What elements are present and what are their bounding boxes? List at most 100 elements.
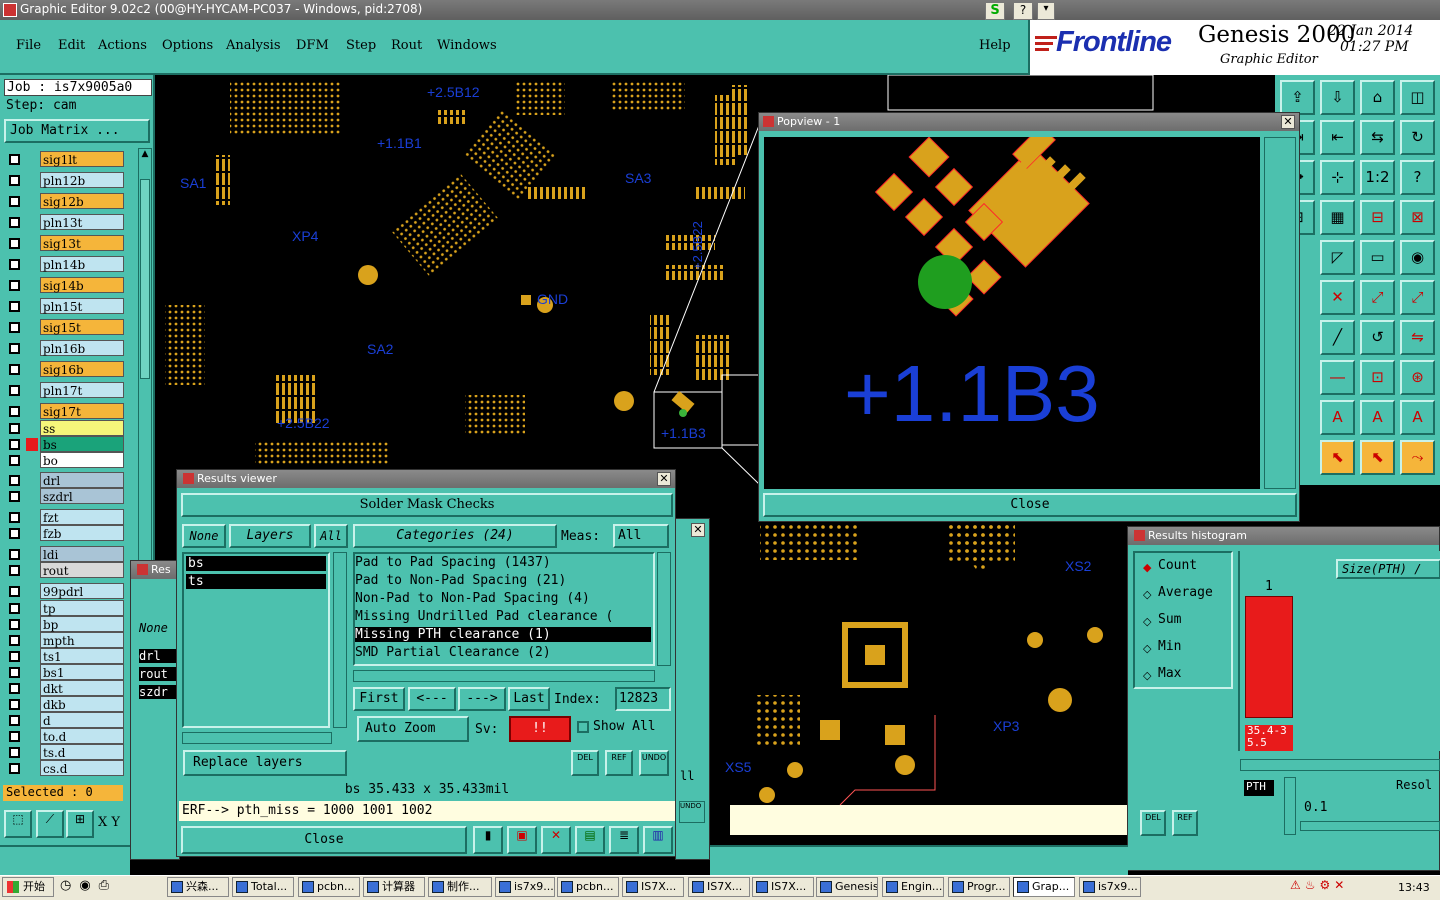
layer-checkbox[interactable]	[9, 343, 20, 354]
checks-list-vscroll[interactable]	[657, 552, 671, 666]
nav-last-button[interactable]: Last	[508, 687, 550, 711]
dropdown-icon[interactable]: ▾	[1037, 2, 1055, 20]
back-replace-button[interactable]: Replace	[147, 859, 198, 873]
layer-checkbox[interactable]	[9, 683, 20, 694]
taskbar-item[interactable]: 计算器	[363, 877, 425, 897]
hist-del-icon[interactable]: DEL	[1140, 810, 1166, 836]
layer-checkbox[interactable]	[9, 635, 20, 646]
layer-row-pln15t[interactable]: pln15t	[6, 298, 126, 315]
layer-checkbox[interactable]	[9, 715, 20, 726]
help-icon[interactable]: ?	[1013, 2, 1033, 20]
layer-name[interactable]: fzt	[40, 509, 124, 525]
layer-row-bs[interactable]: bs	[6, 436, 126, 453]
popview-close-icon[interactable]: ✕	[1281, 115, 1295, 129]
layer-name[interactable]: pln13t	[40, 214, 124, 230]
layer-select-list[interactable]: bs ts	[182, 552, 330, 728]
tool-export-icon[interactable]: ⇩	[1320, 80, 1355, 115]
layer-name[interactable]: ts1	[40, 648, 124, 664]
layer-row-tp[interactable]: tp	[6, 600, 126, 617]
layer-name[interactable]: ss	[40, 420, 124, 436]
back-item-szdr[interactable]: szdr	[139, 685, 179, 699]
layer-row-dkt[interactable]: dkt	[6, 680, 126, 697]
auto-zoom-select[interactable]: Auto Zoom	[357, 716, 469, 742]
taskbar-item[interactable]: is7x9...	[1079, 877, 1141, 897]
layer-row-99pdrl[interactable]: 99pdrl	[6, 583, 126, 600]
back-none-button[interactable]: None	[139, 621, 168, 635]
exclude-tool-icon[interactable]: ✕	[541, 826, 571, 854]
layer-name[interactable]: dkb	[40, 696, 124, 712]
layer-checkbox[interactable]	[9, 619, 20, 630]
menu-step[interactable]: Step	[346, 38, 376, 53]
histogram-tool-icon[interactable]: ▥	[643, 826, 673, 854]
layer-name[interactable]: fzb	[40, 525, 124, 541]
check-item[interactable]: Pad to Non-Pad Spacing (21)	[355, 573, 651, 588]
layer-row-ts1[interactable]: ts1	[6, 648, 126, 665]
all-layers-button[interactable]: All	[314, 524, 348, 548]
results-viewer-close-icon[interactable]: ✕	[657, 472, 671, 486]
tool-mirror-icon[interactable]: ⇆	[1360, 120, 1395, 155]
report-tool-icon[interactable]: ≣	[609, 826, 639, 854]
layer-checkbox[interactable]	[9, 491, 20, 502]
average-radio-icon[interactable]: ◇	[1143, 588, 1151, 601]
layer-checkbox[interactable]	[9, 322, 20, 333]
back-item-drl[interactable]: drl	[139, 649, 179, 663]
layer-row-sig17t[interactable]: sig17t	[6, 403, 126, 420]
tool-link-icon[interactable]: ⤢	[1360, 280, 1395, 315]
tool-curve-icon[interactable]: ↺	[1360, 320, 1395, 355]
layer-checkbox[interactable]	[9, 423, 20, 434]
layer-name[interactable]: mpth	[40, 632, 124, 648]
layer-checkbox[interactable]	[9, 364, 20, 375]
tool-pen2-icon[interactable]: ╱	[1320, 320, 1355, 355]
layer-name[interactable]: tp	[40, 600, 124, 616]
popview-close-button[interactable]: Close	[763, 493, 1297, 517]
layer-row-bp[interactable]: bp	[6, 616, 126, 633]
menu-edit[interactable]: Edit	[58, 38, 85, 53]
layer-name[interactable]: d	[40, 712, 124, 728]
layer-name[interactable]: sig1lt	[40, 151, 124, 167]
index-field[interactable]: 12823	[615, 687, 671, 711]
hist-option-count[interactable]: Count	[1158, 558, 1197, 573]
tool-tri2-icon[interactable]: A	[1320, 400, 1355, 435]
color-tool-icon[interactable]: ▮	[473, 826, 503, 854]
layer-row-sig15t[interactable]: sig15t	[6, 319, 126, 336]
layer-row-pln16b[interactable]: pln16b	[6, 340, 126, 357]
layer-name[interactable]: drl	[40, 472, 124, 488]
layer-checkbox[interactable]	[9, 259, 20, 270]
tool-pad-icon[interactable]: ⊟	[1360, 200, 1395, 235]
layer-checkbox[interactable]	[9, 586, 20, 597]
layer-row-bo[interactable]: bo	[6, 452, 126, 469]
tool-tri3-icon[interactable]: A	[1360, 400, 1395, 435]
layer-list-hscroll[interactable]	[182, 732, 332, 744]
layer-row-fzt[interactable]: fzt	[6, 509, 126, 526]
layer-name[interactable]: pln15t	[40, 298, 124, 314]
tool-zoom-icon[interactable]: ⊡	[1360, 360, 1395, 395]
highlight-tool-icon[interactable]: ▣	[507, 826, 537, 854]
layer-checkbox[interactable]	[9, 217, 20, 228]
tool-flip-icon[interactable]: ⇋	[1400, 320, 1435, 355]
resol-scroll[interactable]	[1284, 777, 1296, 835]
tool-pad2-icon[interactable]: ⊠	[1400, 200, 1435, 235]
sum-radio-icon[interactable]: ◇	[1143, 615, 1151, 628]
check-item[interactable]: Non-Pad to Non-Pad Spacing (4)	[355, 591, 651, 606]
layer-row-pln13t[interactable]: pln13t	[6, 214, 126, 231]
layer-row-pln12b[interactable]: pln12b	[6, 172, 126, 189]
layer-row-sig13t[interactable]: sig13t	[6, 235, 126, 252]
layer-checkbox[interactable]	[9, 651, 20, 662]
layer-name[interactable]: bs1	[40, 664, 124, 680]
taskbar-item[interactable]: is7x9...	[495, 877, 555, 897]
layer-row-dkb[interactable]: dkb	[6, 696, 126, 713]
resol-value[interactable]: 0.1	[1304, 800, 1327, 815]
max-radio-icon[interactable]: ◇	[1143, 669, 1151, 682]
tool-minus2-icon[interactable]: ―	[1320, 360, 1355, 395]
layer-checkbox[interactable]	[9, 175, 20, 186]
layer-name[interactable]: dkt	[40, 680, 124, 696]
layer-checkbox[interactable]	[9, 731, 20, 742]
layer-checkbox[interactable]	[9, 455, 20, 466]
tool-scale-icon[interactable]: 1:2	[1360, 160, 1395, 195]
layer-name[interactable]: rout	[40, 562, 124, 578]
check-item[interactable]: Pad to Pad Spacing (1437)	[355, 555, 651, 570]
layer-name[interactable]: pln14b	[40, 256, 124, 272]
layer-row-ss[interactable]: ss	[6, 420, 126, 437]
layer-row-rout[interactable]: rout	[6, 562, 126, 579]
layer-checkbox[interactable]	[9, 763, 20, 774]
